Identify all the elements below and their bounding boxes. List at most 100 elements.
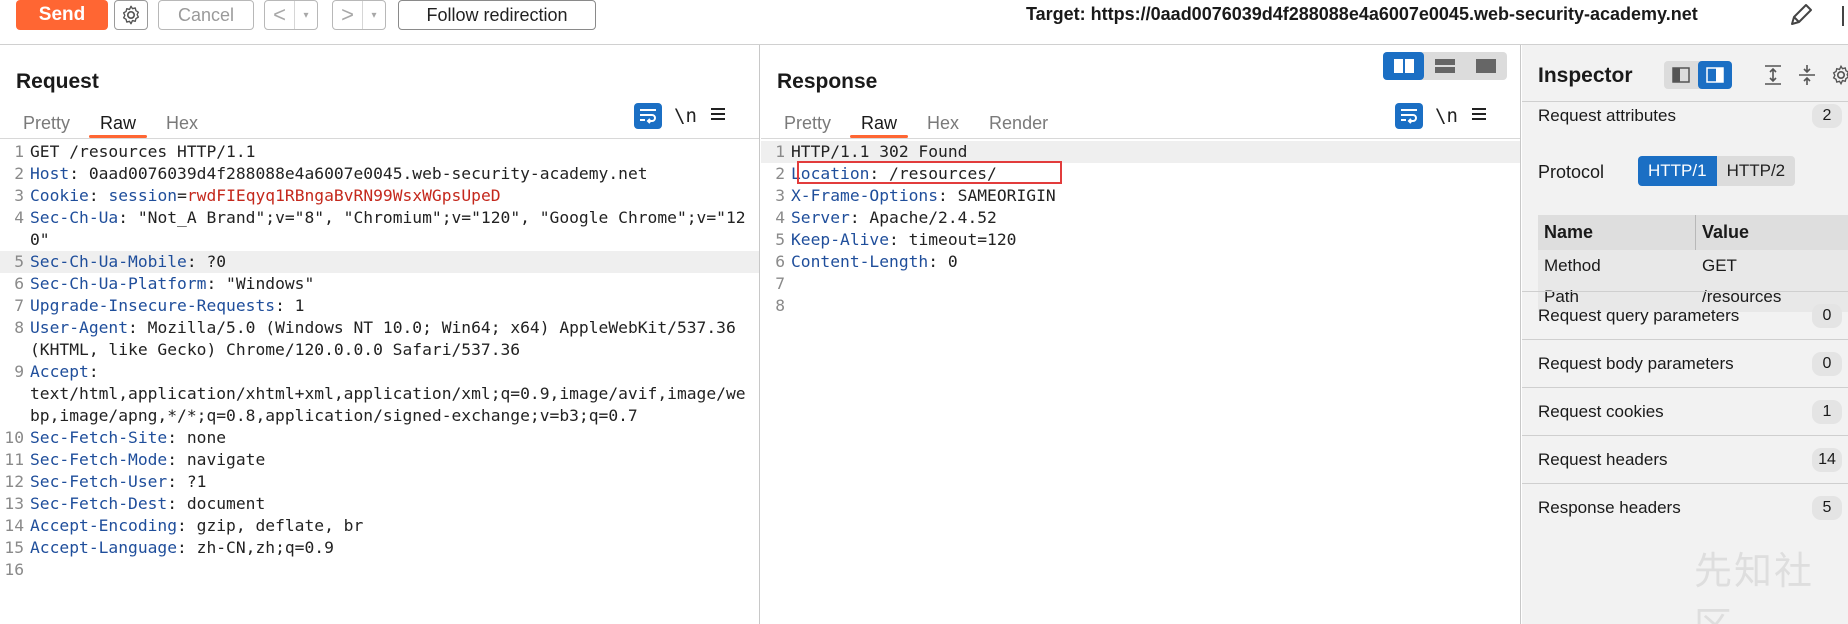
toolbar-edge	[1842, 6, 1844, 26]
back-nav: < ▾	[264, 0, 318, 30]
cancel-button[interactable]: Cancel	[158, 0, 254, 30]
back-button[interactable]: <	[265, 1, 295, 29]
inspector-layout-toggle	[1664, 61, 1732, 89]
request-tab-pretty[interactable]: Pretty	[8, 108, 85, 138]
response-title: Response	[777, 70, 878, 93]
response-editor-tools: \n	[1395, 103, 1488, 129]
code-line: 12 Sec-Fetch-User: ?1	[4, 472, 207, 491]
response-panel: Response Pretty Raw Hex Render \n 1 HTTP/…	[761, 45, 1521, 624]
code-line: 9 Accept: text/html,application/xhtml+xml…	[14, 362, 746, 425]
forward-history-dropdown[interactable]: ▾	[363, 1, 385, 29]
columns-icon	[1393, 59, 1414, 73]
gear-icon	[122, 5, 140, 25]
code-line: 5 Sec-Ch-Ua-Mobile: ?0	[0, 251, 759, 273]
collapse-all-button[interactable]	[1796, 63, 1818, 92]
layout-toggle	[1383, 52, 1507, 80]
table-row[interactable]: Method GET	[1538, 250, 1848, 281]
request-editor-tools: \n	[634, 103, 727, 129]
table-header: Name Value	[1538, 215, 1848, 250]
request-tab-hex[interactable]: Hex	[151, 108, 213, 138]
inspector-divider	[1522, 387, 1848, 388]
expand-all-button[interactable]	[1762, 63, 1784, 92]
count-badge: 14	[1812, 448, 1842, 472]
request-menu-button[interactable]	[709, 106, 727, 127]
response-tab-render[interactable]: Render	[974, 108, 1063, 138]
send-label: Send	[38, 4, 86, 25]
show-newlines-button[interactable]: \n	[674, 105, 697, 127]
section-label: Request cookies	[1538, 402, 1664, 421]
inspector-divider	[1522, 483, 1848, 484]
code-line: 5 Keep-Alive: timeout=120	[775, 230, 1017, 249]
request-tab-raw[interactable]: Raw	[85, 108, 151, 138]
collapse-vertical-icon	[1799, 65, 1815, 85]
code-line: 8 User-Agent: Mozilla/5.0 (Windows NT 10.…	[14, 318, 746, 359]
protocol-http2-button[interactable]: HTTP/2	[1716, 156, 1796, 186]
section-label: Request headers	[1538, 450, 1668, 469]
count-badge: 5	[1812, 496, 1842, 520]
expand-vertical-icon	[1765, 65, 1781, 85]
section-query-parameters[interactable]: Request query parameters 0	[1522, 293, 1848, 339]
protocol-http1-button[interactable]: HTTP/1	[1638, 156, 1717, 186]
settings-button[interactable]	[114, 0, 148, 30]
response-tab-pretty[interactable]: Pretty	[769, 108, 846, 138]
back-history-dropdown[interactable]: ▾	[295, 1, 317, 29]
section-response-headers[interactable]: Response headers 5	[1522, 485, 1848, 531]
code-line: 15 Accept-Language: zh-CN,zh;q=0.9	[4, 538, 334, 557]
request-tabs: Pretty Raw Hex	[8, 108, 213, 138]
code-line: 6 Content-Length: 0	[775, 252, 958, 271]
inspector-collapse-left-button[interactable]	[1664, 61, 1698, 89]
cancel-label: Cancel	[177, 4, 235, 25]
chevron-right-icon: >	[341, 2, 354, 27]
protocol-label: Protocol	[1538, 162, 1605, 182]
section-label: Request attributes	[1538, 106, 1676, 125]
layout-side-by-side-button[interactable]	[1383, 52, 1425, 80]
single-pane-icon	[1476, 59, 1497, 73]
layout-stacked-button[interactable]	[1424, 52, 1465, 80]
hamburger-icon	[1471, 107, 1486, 120]
hamburger-icon	[710, 107, 725, 120]
word-wrap-icon	[1401, 109, 1417, 124]
section-request-cookies[interactable]: Request cookies 1	[1522, 389, 1848, 435]
inspector-settings-button[interactable]	[1830, 63, 1848, 92]
response-menu-button[interactable]	[1470, 106, 1488, 127]
inspector-divider	[1522, 339, 1848, 340]
inspector-expand-button[interactable]	[1698, 61, 1732, 89]
column-header-name: Name	[1538, 215, 1696, 250]
section-body-parameters[interactable]: Request body parameters 0	[1522, 341, 1848, 387]
code-line: 7 Upgrade-Insecure-Requests: 1	[14, 296, 305, 315]
show-newlines-button[interactable]: \n	[1435, 105, 1458, 127]
panel-right-icon	[1706, 67, 1724, 83]
request-panel: Request Pretty Raw Hex \n 1 GET /resource…	[0, 45, 760, 624]
count-badge: 0	[1812, 304, 1842, 328]
column-header-value: Value	[1702, 222, 1750, 242]
toolbar: Send Cancel < ▾ > ▾ Follow redirection T…	[0, 0, 1848, 32]
response-tab-raw[interactable]: Raw	[846, 108, 912, 138]
follow-redirection-button[interactable]: Follow redirection	[398, 0, 596, 30]
section-request-attributes[interactable]: Request attributes 2	[1522, 97, 1848, 135]
edit-target-button[interactable]	[1786, 0, 1816, 30]
send-button[interactable]: Send	[16, 0, 108, 30]
attribute-name: Method	[1544, 255, 1601, 275]
request-editor[interactable]: 1 GET /resources HTTP/1.1 2 Host: 0aad0076…	[0, 141, 759, 581]
code-line: 16	[4, 560, 24, 579]
request-title: Request	[16, 70, 99, 93]
section-request-headers[interactable]: Request headers 14	[1522, 437, 1848, 483]
forward-button[interactable]: >	[333, 1, 363, 29]
code-line: 3 Cookie: session=rwdFIEqyq1RBngaBvRN99Ws…	[14, 186, 501, 205]
inspector-divider	[1522, 291, 1848, 292]
layout-tabbed-button[interactable]	[1466, 52, 1507, 80]
protocol-selector: HTTP/1 HTTP/2	[1638, 156, 1796, 186]
count-badge: 0	[1812, 352, 1842, 376]
code-line: 4 Sec-Ch-Ua: "Not_A Brand";v="8", "Chromi…	[14, 208, 746, 249]
code-line: 14 Accept-Encoding: gzip, deflate, br	[4, 516, 364, 535]
code-line: 13 Sec-Fetch-Dest: document	[4, 494, 266, 513]
attribute-value: GET	[1702, 255, 1737, 275]
location-highlight-box	[797, 161, 1062, 184]
word-wrap-button[interactable]	[1395, 103, 1423, 129]
code-line: 11 Sec-Fetch-Mode: navigate	[4, 450, 266, 469]
word-wrap-button[interactable]	[634, 103, 662, 129]
response-tab-hex[interactable]: Hex	[912, 108, 974, 138]
chevron-down-icon: ▾	[371, 9, 377, 21]
inspector-title: Inspector	[1538, 64, 1633, 87]
code-line: 6 Sec-Ch-Ua-Platform: "Windows"	[14, 274, 315, 293]
